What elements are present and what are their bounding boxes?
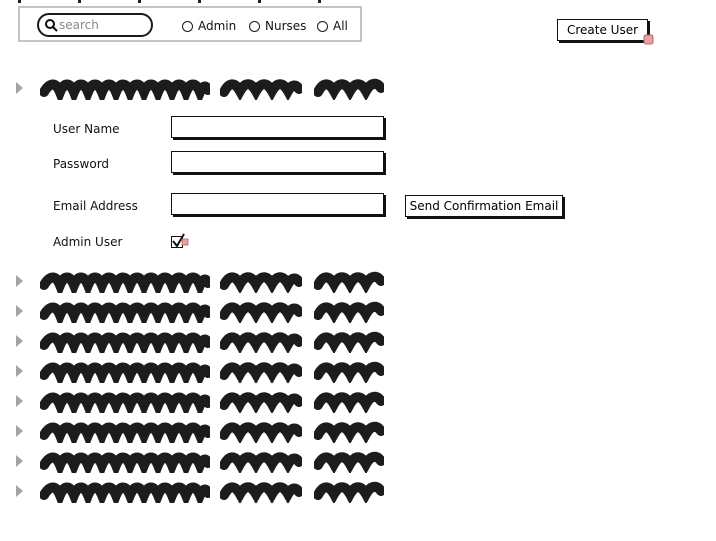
- triangle-right-icon[interactable]: [16, 485, 23, 497]
- send-confirmation-button[interactable]: Send Confirmation Email: [405, 195, 563, 217]
- user-row[interactable]: [14, 299, 386, 323]
- radio-nurses[interactable]: Nurses: [249, 19, 306, 33]
- redacted-status: [314, 419, 384, 443]
- username-label: User Name: [53, 122, 120, 136]
- triangle-right-icon[interactable]: [16, 335, 23, 347]
- redacted-name: [40, 329, 210, 353]
- password-label: Password: [53, 157, 110, 171]
- email-label: Email Address: [53, 199, 138, 213]
- username-field[interactable]: [171, 116, 384, 138]
- cursor-icon: [643, 34, 654, 45]
- redacted-name: [40, 449, 210, 473]
- redacted-status: [314, 449, 384, 473]
- create-user-label: Create User: [566, 23, 639, 37]
- redacted-name: [40, 299, 210, 323]
- create-user-button[interactable]: Create User: [557, 19, 654, 45]
- user-row[interactable]: [14, 329, 386, 353]
- user-row[interactable]: [14, 449, 386, 473]
- redacted-role: [220, 419, 302, 443]
- redacted-status: [314, 359, 384, 383]
- password-field[interactable]: [171, 151, 384, 173]
- redacted-name: [40, 389, 210, 413]
- redacted-name: [40, 76, 210, 100]
- redacted-status: [314, 299, 384, 323]
- redacted-role: [220, 299, 302, 323]
- redacted-name: [40, 269, 210, 293]
- redacted-role: [220, 269, 302, 293]
- radio-circle[interactable]: [182, 20, 193, 32]
- search-input[interactable]: [59, 16, 147, 34]
- redacted-name: [40, 479, 210, 503]
- redacted-status: [314, 479, 384, 503]
- redacted-role: [220, 479, 302, 503]
- redacted-name: [40, 359, 210, 383]
- user-row-expanded[interactable]: [14, 76, 386, 100]
- triangle-right-icon[interactable]: [16, 455, 23, 467]
- redacted-role: [220, 389, 302, 413]
- send-confirmation-label: Send Confirmation Email: [409, 199, 559, 213]
- radio-all-label: All: [333, 19, 348, 33]
- radio-admin[interactable]: Admin: [182, 19, 236, 33]
- redacted-role: [220, 359, 302, 383]
- user-row[interactable]: [14, 269, 386, 293]
- radio-circle[interactable]: [249, 20, 260, 32]
- check-icon: [172, 233, 189, 248]
- redacted-role: [220, 76, 302, 100]
- radio-circle[interactable]: [317, 20, 328, 32]
- triangle-right-icon[interactable]: [16, 395, 23, 407]
- user-row[interactable]: [14, 359, 386, 383]
- user-row[interactable]: [14, 419, 386, 443]
- admin-user-checkbox[interactable]: [171, 233, 189, 248]
- search-icon: [45, 19, 58, 32]
- redacted-status: [314, 269, 384, 293]
- redacted-status: [314, 76, 384, 100]
- triangle-right-icon[interactable]: [16, 425, 23, 437]
- radio-admin-label: Admin: [198, 19, 237, 33]
- redacted-status: [314, 329, 384, 353]
- redacted-role: [220, 449, 302, 473]
- search-box[interactable]: [37, 13, 153, 37]
- admin-user-label: Admin User: [53, 235, 123, 249]
- user-row[interactable]: [14, 479, 386, 503]
- triangle-right-icon[interactable]: [16, 365, 23, 377]
- triangle-right-icon[interactable]: [16, 305, 23, 317]
- radio-all[interactable]: All: [317, 19, 348, 33]
- redacted-status: [314, 389, 384, 413]
- user-row[interactable]: [14, 389, 386, 413]
- redacted-role: [220, 329, 302, 353]
- email-field[interactable]: [171, 193, 384, 215]
- radio-nurses-label: Nurses: [265, 19, 307, 33]
- triangle-right-icon[interactable]: [16, 82, 23, 94]
- filter-panel: Admin Nurses All: [18, 0, 362, 42]
- triangle-right-icon[interactable]: [16, 275, 23, 287]
- redacted-name: [40, 419, 210, 443]
